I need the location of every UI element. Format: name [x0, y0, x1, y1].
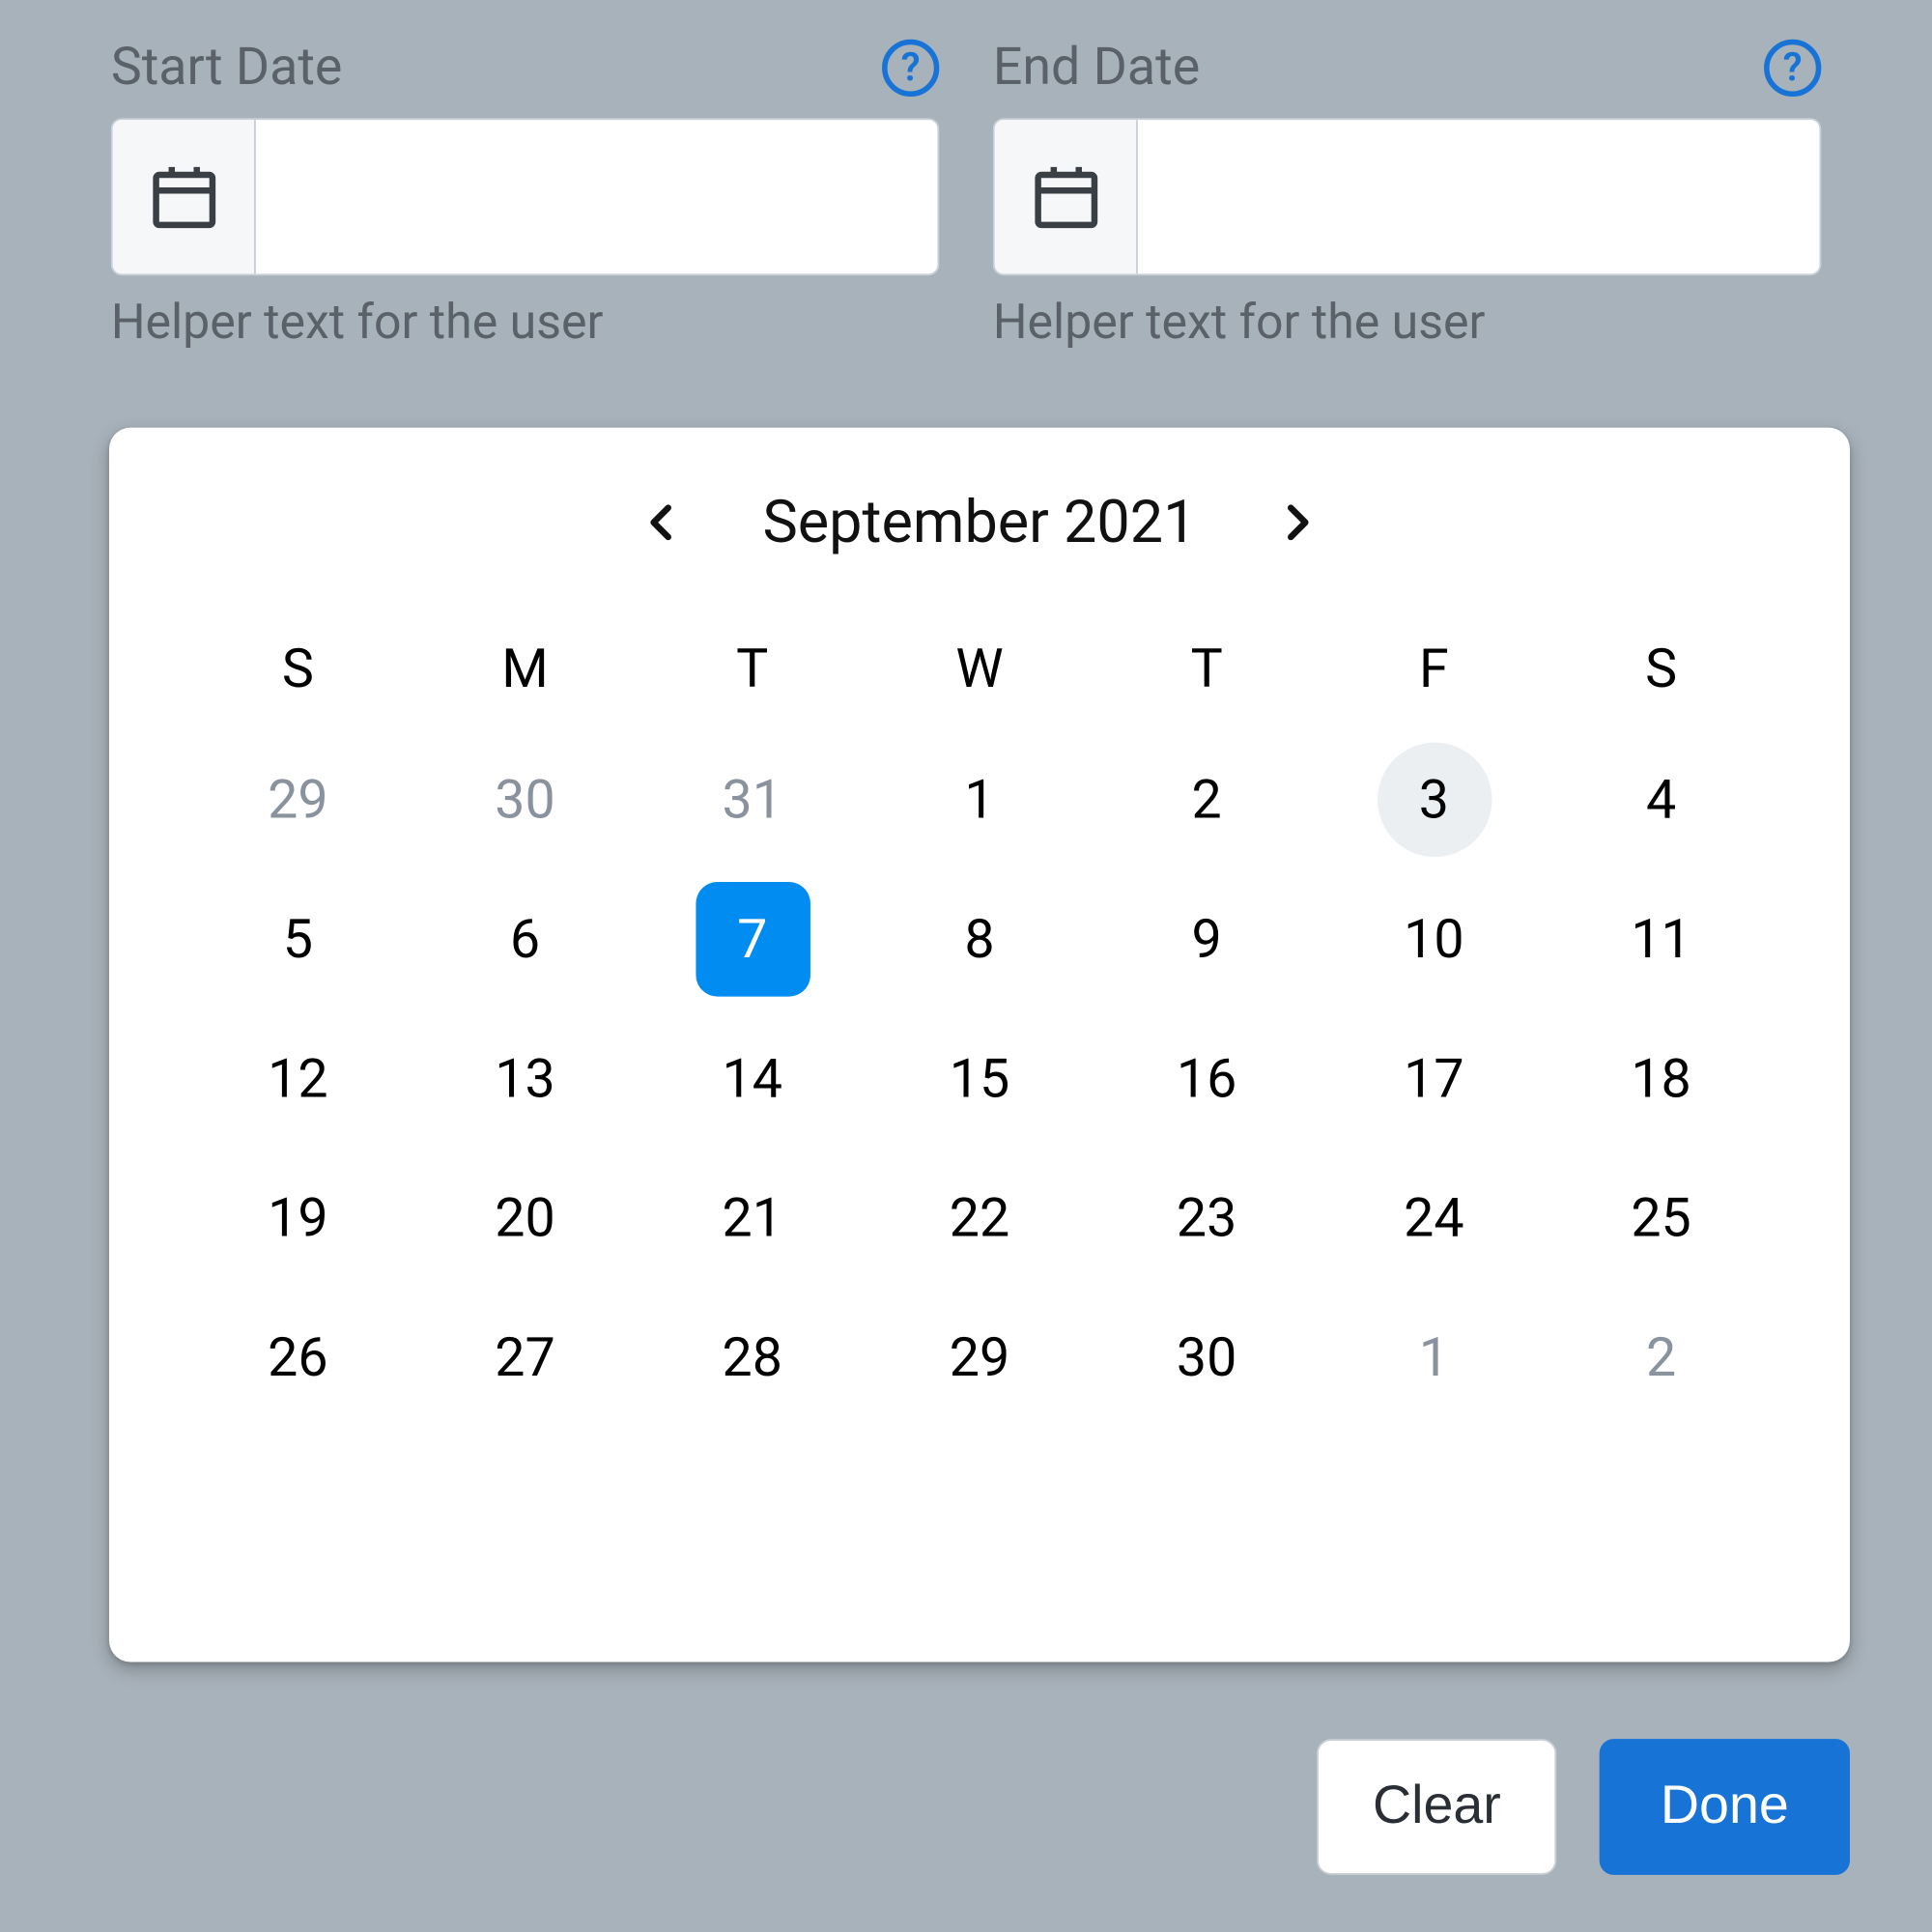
start-date-input-group[interactable] [111, 118, 939, 275]
calendar-day[interactable]: 4 [1548, 739, 1775, 861]
calendar-day[interactable]: 2 [1094, 739, 1321, 861]
calendar-day[interactable]: 26 [185, 1297, 412, 1419]
calendar-day[interactable]: 15 [866, 1018, 1093, 1140]
calendar-day[interactable]: 24 [1321, 1157, 1548, 1279]
start-date-label: Start Date [111, 38, 343, 99]
calendar-day[interactable]: 23 [1094, 1157, 1321, 1279]
weekday-header: T [1094, 617, 1321, 721]
calendar-icon [113, 120, 256, 273]
calendar-day[interactable]: 28 [639, 1297, 866, 1419]
calendar-day[interactable]: 2 [1548, 1297, 1775, 1419]
calendar-day[interactable]: 31 [639, 739, 866, 861]
calendar-day[interactable]: 18 [1548, 1018, 1775, 1140]
weekday-header: F [1321, 617, 1548, 721]
done-button[interactable]: Done [1600, 1739, 1850, 1875]
next-month-button[interactable] [1257, 483, 1335, 561]
calendar-day[interactable]: 3 [1321, 739, 1548, 861]
end-date-input[interactable] [1138, 120, 1820, 273]
calendar-day[interactable]: 7 [639, 878, 866, 1000]
calendar-popover: September 2021 SMTWTFS293031123456789101… [109, 428, 1850, 1662]
calendar-day[interactable]: 19 [185, 1157, 412, 1279]
start-date-help-icon[interactable]: ? [882, 40, 939, 97]
calendar-day[interactable]: 12 [185, 1018, 412, 1140]
calendar-day[interactable]: 13 [412, 1018, 639, 1140]
weekday-header: S [185, 617, 412, 721]
calendar-month-label[interactable]: September 2021 [762, 488, 1196, 557]
start-date-helper: Helper text for the user [111, 294, 939, 351]
end-date-label: End Date [993, 38, 1200, 99]
prev-month-button[interactable] [623, 483, 701, 561]
calendar-day[interactable]: 22 [866, 1157, 1093, 1279]
calendar-day[interactable]: 17 [1321, 1018, 1548, 1140]
calendar-day[interactable]: 21 [639, 1157, 866, 1279]
weekday-header: W [866, 617, 1093, 721]
start-date-input[interactable] [256, 120, 938, 273]
calendar-icon [995, 120, 1138, 273]
weekday-header: T [639, 617, 866, 721]
calendar-day[interactable]: 20 [412, 1157, 639, 1279]
calendar-day[interactable]: 16 [1094, 1018, 1321, 1140]
calendar-day[interactable]: 30 [1094, 1297, 1321, 1419]
calendar-day[interactable]: 30 [412, 739, 639, 861]
end-date-help-icon[interactable]: ? [1764, 40, 1821, 97]
calendar-day[interactable]: 8 [866, 878, 1093, 1000]
calendar-day[interactable]: 27 [412, 1297, 639, 1419]
weekday-header: S [1548, 617, 1775, 721]
calendar-day[interactable]: 6 [412, 878, 639, 1000]
calendar-day[interactable]: 1 [1321, 1297, 1548, 1419]
calendar-day[interactable]: 25 [1548, 1157, 1775, 1279]
end-date-field: End Date ? Helper text for the user [993, 32, 1821, 351]
calendar-day[interactable]: 10 [1321, 878, 1548, 1000]
calendar-day[interactable]: 9 [1094, 878, 1321, 1000]
end-date-input-group[interactable] [993, 118, 1821, 275]
end-date-helper: Helper text for the user [993, 294, 1821, 351]
calendar-day[interactable]: 29 [866, 1297, 1093, 1419]
start-date-field: Start Date ? Helper text for the user [111, 32, 939, 351]
calendar-day[interactable]: 11 [1548, 878, 1775, 1000]
calendar-day[interactable]: 5 [185, 878, 412, 1000]
calendar-day[interactable]: 1 [866, 739, 1093, 861]
clear-button[interactable]: Clear [1318, 1739, 1557, 1875]
calendar-day[interactable]: 14 [639, 1018, 866, 1140]
calendar-day[interactable]: 29 [185, 739, 412, 861]
weekday-header: M [412, 617, 639, 721]
